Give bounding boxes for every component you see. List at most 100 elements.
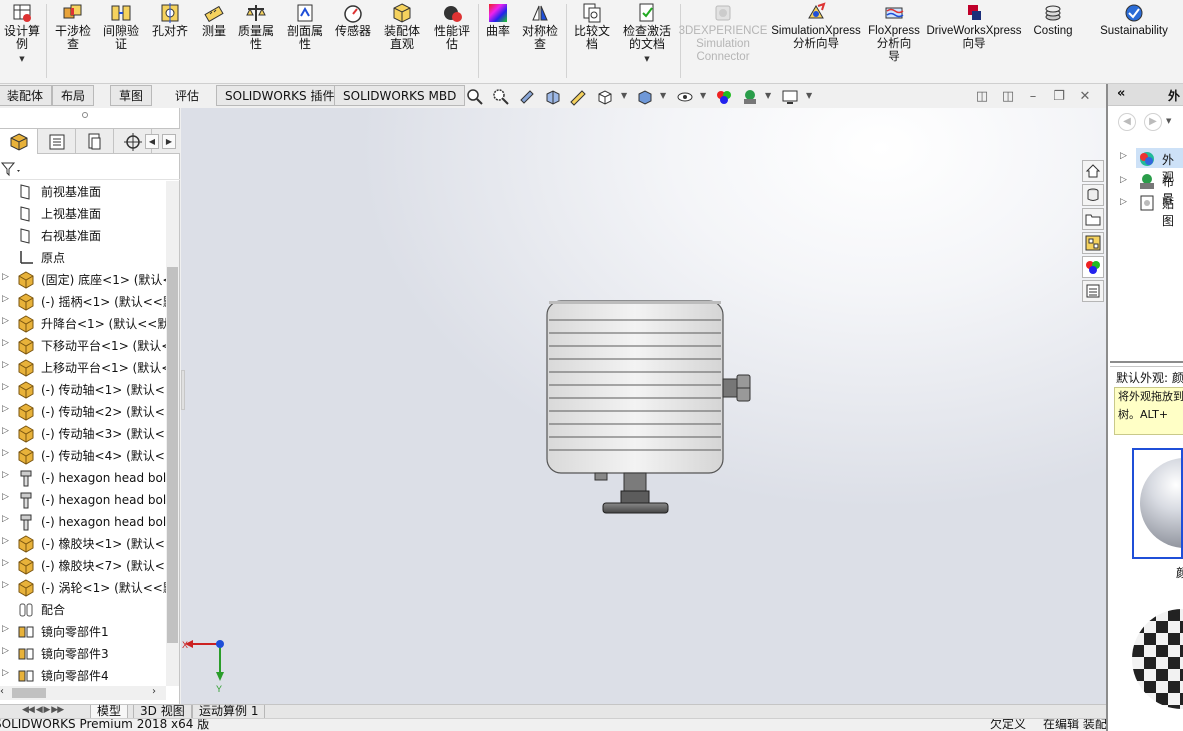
expand-icon[interactable]: ▷ bbox=[2, 382, 9, 392]
expand-icon[interactable]: ▷ bbox=[2, 338, 9, 348]
hole-alignment-button[interactable]: 孔对齐 bbox=[148, 2, 192, 38]
clearance-verification-button[interactable]: 间隙验 证 bbox=[98, 2, 144, 51]
minimize-icon[interactable]: – bbox=[1025, 89, 1041, 105]
tree-item[interactable]: ▷ (-) hexagon head bol bbox=[0, 489, 166, 511]
expand-icon[interactable]: ▷ bbox=[2, 294, 9, 304]
expand-icon[interactable]: ▷ bbox=[2, 360, 9, 370]
chevron-down-icon[interactable]: ▼ bbox=[621, 91, 627, 100]
tree-item[interactable]: ▷ (-) 摇柄<1> (默认<<默 bbox=[0, 291, 166, 313]
forward-icon[interactable]: ▶ bbox=[1144, 113, 1162, 131]
expand-icon[interactable]: ▷ bbox=[2, 316, 9, 326]
design-library-tab[interactable] bbox=[1082, 184, 1104, 206]
tab-property-manager[interactable] bbox=[38, 129, 76, 154]
section-view-icon[interactable] bbox=[544, 88, 562, 106]
tree-item[interactable]: ▷ (-) 橡胶块<1> (默认<< bbox=[0, 533, 166, 555]
tree-item[interactable]: 原点 bbox=[0, 247, 166, 269]
simulationxpress-button[interactable]: SimulationXpress 分析向导 bbox=[768, 2, 864, 51]
close-icon[interactable]: ✕ bbox=[1077, 89, 1093, 105]
tree-item[interactable]: ▷ (-) 传动轴<1> (默认<< bbox=[0, 379, 166, 401]
previous-view-icon[interactable] bbox=[518, 88, 536, 106]
tab-solidworks-addins[interactable]: SOLIDWORKS 插件 bbox=[216, 85, 344, 106]
restore-icon[interactable]: ❐ bbox=[1051, 89, 1067, 105]
tree-item[interactable]: ▷ 下移动平台<1> (默认< bbox=[0, 335, 166, 357]
tile-left-icon[interactable]: ◫ bbox=[974, 89, 990, 105]
costing-button[interactable]: Costing bbox=[1026, 2, 1080, 38]
tree-item[interactable]: ▷ (-) 涡轮<1> (默认<<默 bbox=[0, 577, 166, 599]
tab-feature-manager[interactable] bbox=[0, 129, 38, 154]
zoom-to-fit-icon[interactable] bbox=[466, 88, 484, 106]
custom-properties-tab[interactable] bbox=[1082, 280, 1104, 302]
chevron-right-icon[interactable]: ▶ bbox=[162, 134, 176, 149]
tab-assembly[interactable]: 装配体 bbox=[0, 85, 53, 106]
tab-configuration-manager[interactable] bbox=[76, 129, 114, 154]
hide-show-items-icon[interactable] bbox=[676, 88, 694, 106]
assemblyxpert-button[interactable]: 装配体 直观 bbox=[380, 2, 424, 51]
back-icon[interactable]: ◀ bbox=[1118, 113, 1136, 131]
appearance-swatch-selected[interactable] bbox=[1132, 448, 1183, 559]
tab-scroll-buttons[interactable]: ◀◀ ◀ ▶ ▶▶ bbox=[22, 705, 64, 715]
filter-icon[interactable] bbox=[1, 161, 23, 177]
tree-horizontal-scrollbar[interactable]: ‹ › bbox=[0, 686, 166, 700]
chevron-down-icon[interactable]: ▼ bbox=[765, 91, 771, 100]
tab-evaluate[interactable]: 评估 bbox=[166, 85, 208, 106]
tab-solidworks-mbd[interactable]: SOLIDWORKS MBD bbox=[334, 85, 466, 106]
tree-item-decals[interactable]: 贴图 bbox=[1162, 195, 1183, 229]
expand-icon[interactable]: ▷ bbox=[2, 470, 9, 480]
tree-item[interactable]: ▷ 镜向零部件3 bbox=[0, 643, 166, 665]
expand-icon[interactable]: ▷ bbox=[2, 580, 9, 590]
tree-item[interactable]: 上视基准面 bbox=[0, 203, 166, 225]
solidworks-resources-tab[interactable] bbox=[1082, 160, 1104, 182]
edit-appearance-icon[interactable] bbox=[715, 88, 733, 106]
driveworksxpress-button[interactable]: DriveWorksXpress 向导 bbox=[925, 2, 1023, 51]
expand-icon[interactable]: ▷ bbox=[2, 646, 9, 656]
chevron-down-icon[interactable]: ▼ bbox=[700, 91, 706, 100]
interference-check-button[interactable]: 干涉检 查 bbox=[50, 2, 96, 51]
expand-icon[interactable]: ▷ bbox=[2, 492, 9, 502]
check-active-document-button[interactable]: 检查激活 的文档 ▼ bbox=[618, 2, 676, 66]
tree-vertical-scrollbar[interactable] bbox=[166, 181, 179, 686]
curvature-button[interactable]: 曲率 bbox=[482, 2, 514, 38]
mass-properties-button[interactable]: 质量属 性 bbox=[234, 2, 278, 51]
chevron-down-icon[interactable]: ▼ bbox=[806, 91, 812, 100]
expand-icon[interactable]: ▷ bbox=[2, 624, 9, 634]
tree-item[interactable]: ▷ 镜向零部件4 bbox=[0, 665, 166, 686]
expand-icon[interactable]: ▷ bbox=[2, 426, 9, 436]
expand-icon[interactable]: ▷ bbox=[1120, 197, 1127, 207]
panel-splitter-handle[interactable] bbox=[82, 112, 88, 118]
sensor-button[interactable]: 传感器 bbox=[331, 2, 375, 38]
expand-icon[interactable]: ▷ bbox=[2, 404, 9, 414]
tree-item[interactable]: ▷ (-) 橡胶块<7> (默认<< bbox=[0, 555, 166, 577]
measure-button[interactable]: 测量 bbox=[196, 2, 232, 38]
dynamic-annotation-icon[interactable] bbox=[569, 88, 587, 106]
tree-item[interactable]: ▷ (-) 传动轴<4> (默认<< bbox=[0, 445, 166, 467]
floxpress-button[interactable]: FloXpress 分析向 导 bbox=[866, 2, 922, 64]
3dexperience-simulation-connector-button[interactable]: 3DEXPERIENCE Simulation Connector bbox=[679, 2, 767, 64]
scrollbar-thumb[interactable] bbox=[167, 267, 178, 643]
file-explorer-tab[interactable] bbox=[1082, 208, 1104, 230]
assembly-model[interactable] bbox=[546, 300, 751, 514]
expand-icon[interactable]: ▷ bbox=[1120, 175, 1127, 185]
tree-item[interactable]: 右视基准面 bbox=[0, 225, 166, 247]
chevron-left-icon[interactable]: ‹ bbox=[0, 686, 4, 697]
tree-item[interactable]: ▷ (固定) 底座<1> (默认< bbox=[0, 269, 166, 291]
expand-icon[interactable]: ▷ bbox=[2, 272, 9, 282]
tab-sketch[interactable]: 草图 bbox=[110, 85, 153, 106]
symmetry-check-button[interactable]: 对称检 查 bbox=[518, 2, 562, 51]
expand-icon[interactable]: ▷ bbox=[1120, 151, 1127, 161]
sustainability-button[interactable]: Sustainability bbox=[1092, 2, 1176, 38]
tree-item[interactable]: 前视基准面 bbox=[0, 181, 166, 203]
apply-scene-icon[interactable] bbox=[741, 88, 759, 106]
expand-icon[interactable]: ▷ bbox=[2, 536, 9, 546]
chevron-left-icon[interactable]: ◀ bbox=[145, 134, 159, 149]
expand-icon[interactable]: ▷ bbox=[2, 448, 9, 458]
zoom-to-area-icon[interactable] bbox=[492, 88, 510, 106]
expand-icon[interactable]: ▷ bbox=[2, 514, 9, 524]
chevron-down-icon[interactable]: ▼ bbox=[1166, 117, 1171, 125]
graphics-area[interactable]: X Y bbox=[181, 108, 1106, 704]
design-study-button[interactable]: 设计算 例 ▼ bbox=[0, 2, 44, 66]
tree-item[interactable]: ▷ (-) hexagon head bol bbox=[0, 467, 166, 489]
pane-splitter[interactable] bbox=[1110, 361, 1183, 367]
expand-icon[interactable]: ▷ bbox=[2, 668, 9, 678]
scrollbar-thumb[interactable] bbox=[12, 688, 46, 698]
appearances-scenes-tab[interactable] bbox=[1082, 256, 1104, 278]
